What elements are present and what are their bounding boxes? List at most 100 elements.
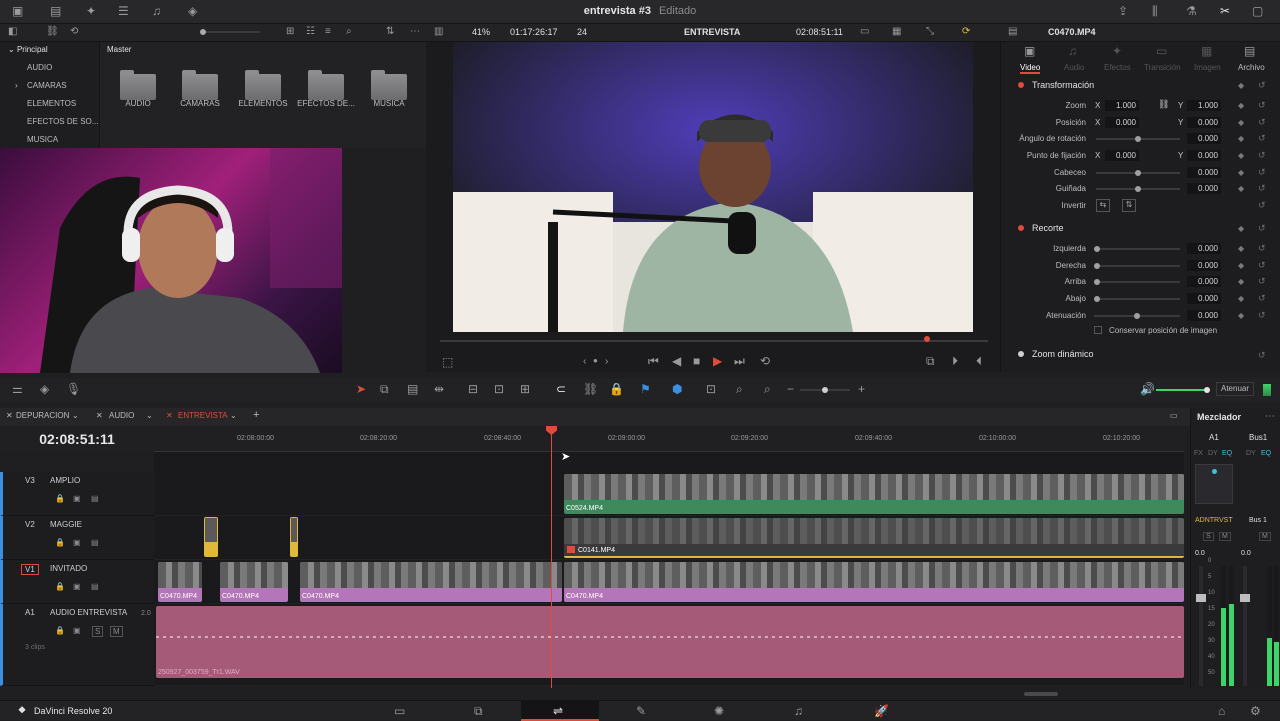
tab-video[interactable]: Video	[1020, 63, 1041, 74]
transform-overlay-icon[interactable]: ⤡	[926, 27, 934, 37]
chevron-down-icon[interactable]: ⌄	[72, 411, 79, 420]
clip-v1[interactable]: C0470.MP4	[564, 562, 1184, 602]
play-reverse-icon[interactable]: ◀	[672, 355, 681, 367]
reset-icon[interactable]: ↺	[1258, 200, 1266, 211]
snapping-icon[interactable]: ⊂	[556, 383, 566, 395]
video-frame[interactable]	[453, 42, 973, 332]
insert-clip-icon[interactable]: ⊟	[468, 383, 478, 395]
flip-horizontal-button[interactable]: ⇆	[1096, 199, 1110, 212]
bus-fader-track[interactable]	[1240, 566, 1250, 686]
dynamic-zoom-section[interactable]: Zoom dinámico	[1008, 349, 1272, 365]
lightbox-icon[interactable]: ▢	[1252, 5, 1263, 17]
fusion-page-icon[interactable]: ✎	[636, 705, 646, 717]
track-visibility-icon[interactable]: ▤	[91, 538, 99, 547]
keyframe-icon[interactable]: ◆	[1238, 151, 1244, 160]
softness-field[interactable]: 0.000	[1187, 310, 1221, 321]
crop-left-field[interactable]: 0.000	[1187, 243, 1221, 254]
zoom-out-icon[interactable]: −	[787, 383, 794, 395]
reset-icon[interactable]: ↺	[1258, 183, 1266, 194]
track-name[interactable]: MAGGIE	[50, 520, 82, 529]
mute-button[interactable]: M	[1259, 532, 1271, 541]
zoom-custom-icon[interactable]: ⌕	[764, 383, 771, 395]
enable-dot-icon[interactable]	[1018, 351, 1024, 357]
zoom-level[interactable]: 41%	[472, 27, 490, 37]
keyframe-icon[interactable]: ◆	[1238, 134, 1244, 143]
crop-top-field[interactable]: 0.000	[1187, 276, 1221, 287]
track-visibility-icon[interactable]: ▤	[91, 582, 99, 591]
next-edit-icon[interactable]: ⏵	[952, 355, 958, 367]
fx-label[interactable]: FX	[1194, 450, 1203, 457]
horizontal-scrollbar[interactable]	[1024, 692, 1058, 696]
share-icon[interactable]: ⇪	[1118, 5, 1128, 17]
crop-left-slider[interactable]	[1094, 246, 1180, 252]
pitch-slider[interactable]	[1096, 170, 1180, 176]
nav-prev[interactable]: ‹	[583, 356, 586, 367]
scrubber-playhead[interactable]	[924, 336, 930, 342]
solo-button[interactable]: S	[92, 626, 104, 637]
tab-close-icon[interactable]: ✕	[6, 411, 13, 420]
crop-top-slider[interactable]	[1094, 279, 1180, 285]
track-name[interactable]: AMPLIO	[50, 476, 80, 485]
add-tab-icon[interactable]: +	[253, 409, 259, 421]
chevron-down-icon[interactable]: ⌄	[230, 411, 237, 420]
zoom-fit-icon[interactable]: ⊡	[706, 383, 716, 395]
position-lock-icon[interactable]: 🔒	[609, 383, 624, 395]
rotation-slider[interactable]	[1096, 136, 1180, 142]
lock-icon[interactable]: 🔒	[55, 538, 65, 547]
tab-transicion[interactable]: Transición	[1144, 63, 1181, 72]
link-icon[interactable]: ⛓	[1158, 100, 1169, 109]
tab-close-icon[interactable]: ✕	[166, 411, 173, 420]
track-id[interactable]: V1	[21, 564, 39, 575]
bypass-icon[interactable]: ⟳	[962, 27, 970, 37]
transform-section[interactable]: Transformación	[1008, 80, 1272, 96]
chevron-down-icon[interactable]: ⌄	[146, 411, 153, 420]
viewer-layout-icon[interactable]: ▥	[434, 27, 443, 37]
channel-fader-track[interactable]	[1196, 566, 1206, 686]
timeline-view-icon[interactable]: ▭	[1170, 411, 1178, 420]
clip-v1[interactable]: C0470.MP4	[158, 562, 202, 602]
timeline-tracks[interactable]: C0524.MP4 C0141.MP4 C0470.MP4 C0470.MP4 …	[154, 452, 1184, 686]
overlay-icon[interactable]: ▦	[892, 27, 901, 37]
bin-item-elementos[interactable]: ELEMENTOS	[27, 99, 76, 108]
crop-right-field[interactable]: 0.000	[1187, 260, 1221, 271]
enable-dot-icon[interactable]	[1018, 82, 1024, 88]
keyframe-icon[interactable]: ◆	[1238, 101, 1244, 110]
edit-page-tab[interactable]: ⇌	[521, 701, 599, 721]
settings-gear-icon[interactable]: ⚙	[1250, 705, 1261, 717]
reset-icon[interactable]: ↺	[1258, 100, 1266, 111]
reset-icon[interactable]: ↺	[1258, 133, 1266, 144]
tab-audio[interactable]: Audio	[1064, 63, 1084, 72]
keyframe-icon[interactable]: ◆	[1238, 311, 1244, 320]
media-pool-icon[interactable]: ▤	[50, 5, 61, 17]
zoom-detail-icon[interactable]: ⌕	[736, 383, 743, 395]
keyframe-icon[interactable]: ◆	[1238, 224, 1244, 233]
fairlight-page-icon[interactable]: ♫	[794, 705, 803, 717]
keyframe-icon[interactable]: ◆	[1238, 184, 1244, 193]
crop-bottom-slider[interactable]	[1094, 296, 1180, 302]
eq-label[interactable]: EQ	[1222, 450, 1232, 457]
position-x-field[interactable]: 0.000	[1105, 117, 1139, 128]
reset-icon[interactable]: ↺	[1258, 223, 1266, 234]
loop-icon[interactable]: ⟲	[760, 355, 770, 367]
auto-select-icon[interactable]: ▣	[73, 582, 81, 591]
clip-v2-marker[interactable]	[290, 517, 298, 557]
tab-entrevista[interactable]: ENTREVISTA	[178, 411, 228, 420]
yaw-field[interactable]: 0.000	[1187, 183, 1221, 194]
reset-icon[interactable]: ↺	[1258, 80, 1266, 91]
prev-edit-icon[interactable]: ⏴	[976, 355, 982, 367]
cut-page-icon[interactable]: ⧉	[474, 705, 483, 717]
viewer-options-icon[interactable]: ▭	[860, 27, 869, 37]
track-header-a1[interactable]: A1 AUDIO ENTREVISTA 2.0 🔒 ▣ S M 3 clips	[0, 604, 154, 686]
zoom-in-icon[interactable]: +	[858, 383, 865, 395]
reset-icon[interactable]: ↺	[1258, 310, 1266, 321]
reset-icon[interactable]: ↺	[1258, 276, 1266, 287]
folder-icon[interactable]	[120, 70, 156, 100]
keyframe-icon[interactable]: ◆	[1238, 244, 1244, 253]
keyframe-icon[interactable]: ◆	[1238, 168, 1244, 177]
tab-depuracion[interactable]: DEPURACION	[16, 411, 69, 420]
solo-button[interactable]: S	[1203, 532, 1214, 541]
keyframe-icon[interactable]: ◆	[1238, 294, 1244, 303]
eq-label[interactable]: EQ	[1261, 450, 1271, 457]
sort-icon[interactable]: ⇅	[386, 27, 394, 37]
auto-select-icon[interactable]: ▣	[73, 626, 81, 635]
